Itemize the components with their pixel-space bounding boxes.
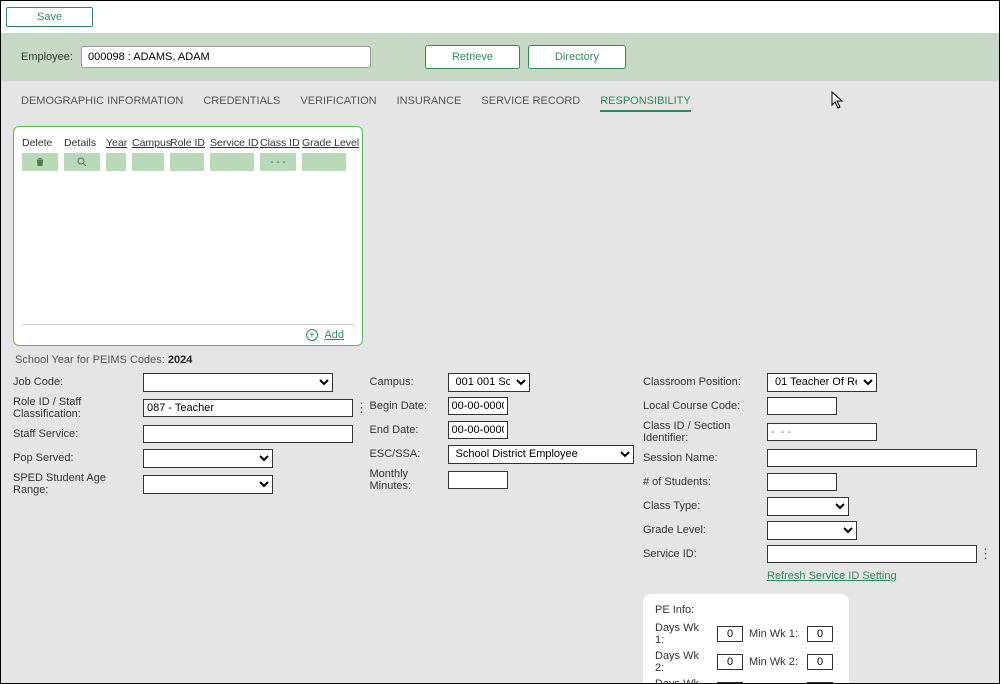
delete-row-button[interactable]	[22, 153, 58, 171]
monthly-min-input[interactable]	[448, 471, 508, 489]
days-wk2-label: Days Wk 2:	[655, 650, 711, 674]
sped-age-label: SPED Student Age Range:	[13, 472, 143, 496]
school-year-line: School Year for PEIMS Codes: 2024	[11, 346, 989, 372]
min-wk1-input[interactable]	[807, 626, 833, 642]
grade-level-select[interactable]	[767, 521, 857, 540]
days-wk1-label: Days Wk 1:	[655, 622, 711, 646]
main-area: DEMOGRAPHIC INFORMATION CREDENTIALS VERI…	[1, 81, 999, 684]
end-date-label: End Date:	[370, 424, 448, 436]
min-wk2-input[interactable]	[807, 654, 833, 670]
responsibility-grid: Delete Details Year Campus Role ID Servi…	[13, 126, 363, 346]
role-id-more-icon[interactable]: ⋮	[355, 403, 363, 413]
esc-ssa-select[interactable]: School District Employee	[448, 445, 634, 464]
detail-col-3: Classroom Position: 01 Teacher Of Record…	[643, 372, 987, 684]
staff-service-input[interactable]	[143, 425, 353, 443]
col-campus[interactable]: Campus	[132, 137, 164, 149]
service-id-label: Service ID:	[643, 548, 767, 560]
monthly-min-label: Monthly Minutes:	[370, 468, 448, 492]
col-service-id[interactable]: Service ID	[210, 137, 254, 149]
col-class-id[interactable]: Class ID	[260, 137, 296, 149]
col-grade-level[interactable]: Grade Level	[302, 137, 346, 149]
school-year-value: 2024	[168, 354, 192, 366]
employee-bar: Employee: Retrieve Directory	[1, 33, 999, 81]
campus-label: Campus:	[370, 376, 448, 388]
num-students-label: # of Students:	[643, 476, 767, 488]
campus-select[interactable]: 001 001 School	[448, 373, 530, 392]
days-wk3-label: Days Wk 3:	[655, 678, 711, 684]
detail-form: Job Code: Role ID / Staff Classification…	[11, 372, 989, 684]
school-year-label: School Year for PEIMS Codes:	[15, 354, 168, 366]
service-id-input[interactable]	[767, 545, 977, 563]
tab-insurance[interactable]: INSURANCE	[397, 95, 462, 112]
session-name-label: Session Name:	[643, 452, 767, 464]
esc-ssa-label: ESC/SSA:	[370, 448, 448, 460]
staff-service-label: Staff Service:	[13, 428, 143, 440]
class-id-label: Class ID / Section Identifier:	[643, 420, 767, 444]
role-id-input[interactable]	[143, 399, 353, 417]
refresh-service-id-link[interactable]: Refresh Service ID Setting	[767, 570, 987, 582]
save-button[interactable]: Save	[6, 7, 93, 27]
employee-input[interactable]	[81, 46, 371, 68]
detail-col-1: Job Code: Role ID / Staff Classification…	[13, 372, 370, 684]
tab-service-record[interactable]: SERVICE RECORD	[481, 95, 580, 112]
retrieve-button[interactable]: Retrieve	[425, 45, 520, 69]
table-row: - - -	[22, 153, 354, 171]
col-delete[interactable]: Delete	[22, 137, 58, 149]
days-wk1-input[interactable]	[717, 626, 743, 642]
details-row-button[interactable]	[64, 153, 100, 171]
sped-age-select[interactable]	[143, 475, 273, 494]
class-id-input[interactable]	[767, 423, 877, 441]
days-wk2-input[interactable]	[717, 654, 743, 670]
pe-info-title: PE Info:	[655, 604, 837, 616]
job-code-label: Job Code:	[13, 376, 143, 388]
plus-icon: +	[306, 329, 318, 341]
grid-header: Delete Details Year Campus Role ID Servi…	[22, 137, 354, 149]
min-wk1-label: Min Wk 1:	[749, 628, 801, 640]
begin-date-input[interactable]	[448, 397, 508, 415]
tab-demographic[interactable]: DEMOGRAPHIC INFORMATION	[21, 95, 183, 112]
cell-class-id: - - -	[260, 153, 296, 171]
cell-role-id	[170, 153, 204, 171]
directory-button[interactable]: Directory	[528, 45, 626, 69]
min-wk2-label: Min Wk 2:	[749, 656, 801, 668]
job-code-select[interactable]	[143, 373, 333, 392]
num-students-input[interactable]	[767, 473, 837, 491]
pop-served-select[interactable]	[143, 449, 273, 468]
classroom-pos-label: Classroom Position:	[643, 376, 767, 388]
pe-info-panel: PE Info: Days Wk 1: Min Wk 1: Days Wk 2:…	[643, 594, 849, 684]
top-toolbar: Save	[1, 1, 999, 33]
employee-label: Employee:	[21, 51, 73, 63]
col-role-id[interactable]: Role ID	[170, 137, 204, 149]
class-type-label: Class Type:	[643, 500, 767, 512]
tab-responsibility[interactable]: RESPONSIBILITY	[600, 95, 690, 112]
local-course-label: Local Course Code:	[643, 400, 767, 412]
tab-credentials[interactable]: CREDENTIALS	[203, 95, 280, 112]
class-type-select[interactable]	[767, 497, 849, 516]
service-id-more-icon[interactable]: ⋮	[979, 549, 987, 559]
add-row-link[interactable]: Add	[324, 329, 344, 341]
begin-date-label: Begin Date:	[370, 400, 448, 412]
grade-level-label: Grade Level:	[643, 524, 767, 536]
session-name-input[interactable]	[767, 449, 977, 467]
classroom-pos-select[interactable]: 01 Teacher Of Record	[767, 373, 877, 392]
grid-footer: + Add	[22, 324, 354, 341]
tab-verification[interactable]: VERIFICATION	[300, 95, 376, 112]
detail-col-2: Campus: 001 001 School Begin Date: End D…	[370, 372, 643, 684]
cell-campus	[132, 153, 164, 171]
cell-grade-level	[302, 153, 346, 171]
tab-strip: DEMOGRAPHIC INFORMATION CREDENTIALS VERI…	[11, 81, 989, 120]
col-year[interactable]: Year	[106, 137, 126, 149]
magnifier-icon	[76, 156, 88, 168]
cell-service-id	[210, 153, 254, 171]
role-id-label: Role ID / Staff Classification:	[13, 396, 143, 420]
pop-served-label: Pop Served:	[13, 452, 143, 464]
cell-year	[106, 153, 126, 171]
end-date-input[interactable]	[448, 421, 508, 439]
trash-icon	[34, 156, 46, 168]
col-details[interactable]: Details	[64, 137, 100, 149]
local-course-input[interactable]	[767, 397, 837, 415]
